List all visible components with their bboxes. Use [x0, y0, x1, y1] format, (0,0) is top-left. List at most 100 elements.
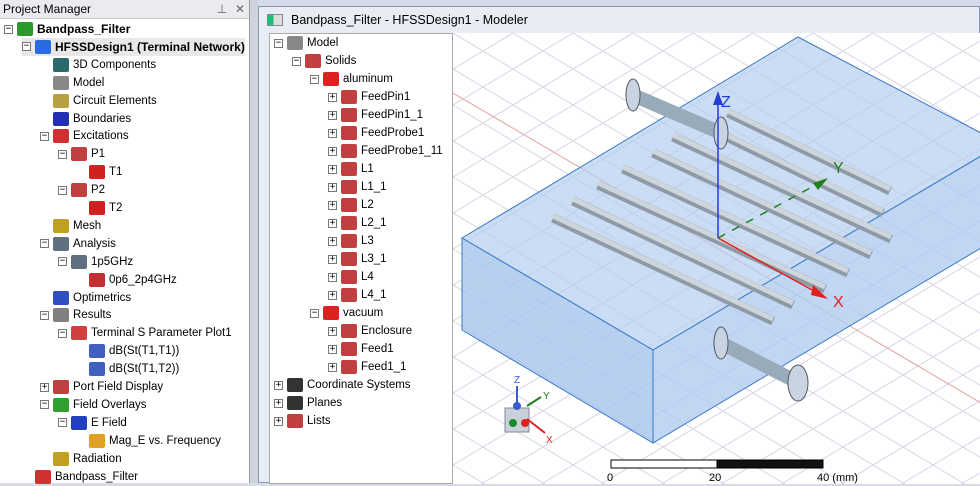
tree-item[interactable]: Mesh — [40, 217, 101, 235]
collapse-icon[interactable]: − — [22, 42, 31, 52]
tree-item[interactable]: dB(St(T1,T2)) — [76, 360, 179, 378]
tree-item[interactable]: 3D Components — [40, 56, 156, 74]
y-axis-label: Y — [833, 160, 844, 177]
expand-icon[interactable]: + — [328, 92, 337, 102]
collapse-icon[interactable]: − — [58, 257, 67, 267]
tree-item[interactable]: − Field Overlays — [40, 396, 147, 414]
tree-item-label: Bandpass_Filter — [55, 470, 139, 483]
expand-icon[interactable]: + — [328, 236, 337, 246]
tree-item[interactable]: − HFSSDesign1 (Terminal Network) — [22, 37, 245, 56]
tree-item[interactable]: + L2_1 — [328, 214, 387, 232]
expand-icon[interactable]: + — [274, 416, 283, 426]
expand-icon[interactable]: + — [328, 326, 337, 336]
expand-icon[interactable]: + — [328, 218, 337, 228]
tree-item[interactable]: − Analysis — [40, 235, 116, 253]
tree-item[interactable]: − E Field — [58, 414, 127, 432]
tree-item[interactable]: − 1p5GHz — [58, 253, 133, 271]
solid-icon — [341, 324, 357, 338]
tree-item[interactable]: + L1 — [328, 160, 374, 178]
close-icon[interactable]: ✕ — [231, 2, 249, 16]
expand-icon[interactable]: + — [328, 362, 337, 372]
tree-item[interactable]: − aluminum — [310, 70, 393, 88]
tree-item-label: T2 — [109, 202, 123, 214]
tree-item[interactable]: − vacuum — [310, 304, 383, 322]
tree-item[interactable]: + FeedProbe1 — [328, 124, 424, 142]
tree-item[interactable]: + L4 — [328, 268, 374, 286]
collapse-icon[interactable]: − — [292, 56, 301, 66]
tree-item[interactable]: + Feed1 — [328, 340, 394, 358]
tree-item[interactable]: dB(St(T1,T1)) — [76, 342, 179, 360]
expand-icon[interactable]: + — [274, 380, 283, 390]
solid-icon — [341, 342, 357, 356]
tree-item[interactable]: + L4_1 — [328, 286, 387, 304]
triad-y-label: Y — [543, 391, 550, 402]
tree-item[interactable]: − Bandpass_Filter — [4, 20, 130, 38]
collapse-icon[interactable]: − — [58, 418, 67, 428]
collapse-icon[interactable]: − — [58, 149, 67, 159]
expand-icon[interactable]: + — [328, 128, 337, 138]
collapse-icon[interactable]: − — [274, 38, 283, 48]
tree-item[interactable]: T2 — [76, 199, 122, 217]
tree-item[interactable]: Circuit Elements — [40, 92, 157, 110]
expand-icon[interactable]: + — [328, 182, 337, 192]
expand-icon[interactable]: + — [274, 398, 283, 408]
tree-item[interactable]: + L2 — [328, 196, 374, 214]
tree-item-label: T1 — [109, 166, 123, 179]
solid-icon — [341, 162, 357, 176]
expand-icon[interactable]: + — [328, 254, 337, 264]
tree-item-label: Optimetrics — [73, 291, 132, 304]
tree-item[interactable]: Mag_E vs. Frequency — [76, 432, 221, 450]
tree-item[interactable]: − Solids — [292, 52, 356, 70]
tree-item[interactable]: + Coordinate Systems — [274, 376, 411, 394]
tree-item[interactable]: + Lists — [274, 412, 331, 430]
trace-icon — [89, 362, 105, 377]
tree-item[interactable]: + FeedProbe1_11 — [328, 142, 443, 160]
tree-item[interactable]: + Feed1_1 — [328, 358, 406, 376]
collapse-icon[interactable]: − — [310, 308, 319, 318]
modeler-window: Bandpass_Filter - HFSSDesign1 - Modeler … — [258, 6, 980, 484]
tree-item[interactable]: − Terminal S Parameter Plot1 — [58, 324, 232, 342]
tree-item[interactable]: − P2 — [58, 181, 105, 199]
collapse-icon[interactable]: − — [58, 328, 67, 338]
expand-icon[interactable]: + — [328, 344, 337, 354]
collapse-icon[interactable]: − — [4, 24, 13, 34]
tree-item-label: Feed1_1 — [361, 361, 407, 373]
3d-viewport[interactable]: Z X Y Z X Y 0 20 40 (mm) — [453, 33, 980, 484]
tree-item[interactable]: + Enclosure — [328, 322, 412, 340]
tree-item[interactable]: Radiation — [40, 450, 122, 468]
expand-icon[interactable]: + — [328, 164, 337, 174]
tree-item[interactable]: − Results — [40, 306, 111, 324]
tree-item[interactable]: + L1_1 — [328, 178, 387, 196]
tree-item[interactable]: − Model — [274, 34, 338, 52]
collapse-icon[interactable]: − — [40, 239, 49, 249]
tree-item-label: L1 — [361, 163, 374, 175]
pin-icon[interactable]: ⊥ — [213, 2, 231, 16]
tree-item[interactable]: + FeedPin1_1 — [328, 106, 423, 124]
splitter[interactable] — [250, 0, 258, 483]
tree-item[interactable]: + Port Field Display — [40, 378, 163, 396]
collapse-icon[interactable]: − — [40, 400, 49, 410]
tree-item[interactable]: + Planes — [274, 394, 342, 412]
tree-item-label: Analysis — [73, 237, 116, 250]
collapse-icon[interactable]: − — [40, 310, 49, 320]
tree-item[interactable]: Optimetrics — [40, 289, 131, 307]
collapse-icon[interactable]: − — [58, 185, 67, 195]
expand-icon[interactable]: + — [328, 200, 337, 210]
collapse-icon[interactable]: − — [310, 74, 319, 84]
tree-item[interactable]: T1 — [76, 163, 122, 181]
port-field-icon — [53, 380, 69, 394]
expand-icon[interactable]: + — [40, 382, 49, 392]
tree-item[interactable]: Model — [40, 74, 104, 92]
tree-item[interactable]: Boundaries — [40, 110, 131, 128]
tree-item[interactable]: + FeedPin1 — [328, 88, 410, 106]
expand-icon[interactable]: + — [328, 146, 337, 156]
tree-item[interactable]: − Excitations — [40, 127, 129, 145]
tree-item[interactable]: 0p6_2p4GHz — [76, 271, 177, 289]
expand-icon[interactable]: + — [328, 110, 337, 120]
tree-item[interactable]: + L3 — [328, 232, 374, 250]
tree-item[interactable]: − P1 — [58, 145, 105, 163]
expand-icon[interactable]: + — [328, 272, 337, 282]
collapse-icon[interactable]: − — [40, 131, 49, 141]
expand-icon[interactable]: + — [328, 290, 337, 300]
tree-item[interactable]: + L3_1 — [328, 250, 387, 268]
